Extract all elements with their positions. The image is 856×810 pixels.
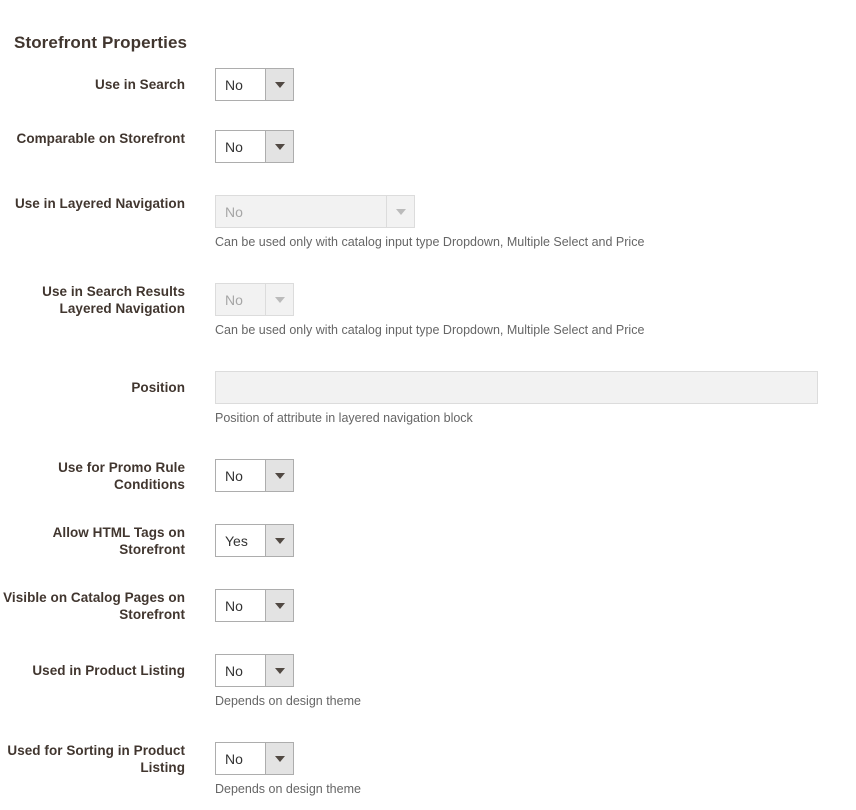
field-label-comparable-on-storefront: Comparable on Storefront (16, 131, 185, 146)
chevron-down-icon[interactable] (265, 743, 293, 774)
select-use-in-search[interactable]: No (215, 68, 294, 101)
field-label-used-for-sorting-in-product-listing: Used for Sorting in Product Listing (7, 743, 185, 775)
field-label-visible-on-catalog-pages-on-storefront: Visible on Catalog Pages on Storefront (3, 590, 185, 622)
field-control-use-in-search-results-layered-navigation: No (215, 283, 294, 316)
field-label-allow-html-tags-on-storefront: Allow HTML Tags on Storefront (52, 525, 185, 557)
chevron-down-icon (265, 284, 293, 315)
select-use-in-search-results-layered-navigation: No (215, 283, 294, 316)
select-used-for-sorting-in-product-listing[interactable]: No (215, 742, 294, 775)
field-label-position: Position (131, 380, 185, 395)
field-control-use-in-layered-navigation: No (215, 195, 415, 228)
field-control-allow-html-tags-on-storefront: Yes (215, 524, 294, 557)
select-comparable-on-storefront[interactable]: No (215, 130, 294, 163)
field-label-use-for-promo-rule-conditions: Use for Promo Rule Conditions (58, 460, 185, 492)
field-control-used-in-product-listing: No (215, 654, 294, 687)
chevron-down-glyph (274, 667, 285, 674)
chevron-down-glyph (274, 602, 285, 609)
chevron-down-icon[interactable] (265, 131, 293, 162)
field-note-use-in-search-results-layered-navigation: Can be used only with catalog input type… (215, 323, 645, 337)
chevron-down-icon[interactable] (265, 590, 293, 621)
select-use-in-layered-navigation: No (215, 195, 415, 228)
field-control-position (215, 371, 818, 404)
field-label-use-in-search-results-layered-navigation: Use in Search Results Layered Navigation (42, 284, 185, 316)
field-note-use-in-layered-navigation: Can be used only with catalog input type… (215, 235, 645, 249)
select-visible-on-catalog-pages-on-storefront[interactable]: No (215, 589, 294, 622)
field-control-used-for-sorting-in-product-listing: No (215, 742, 294, 775)
input-position (215, 371, 818, 404)
select-value-visible-on-catalog-pages-on-storefront: No (216, 590, 265, 621)
chevron-down-glyph (274, 472, 285, 479)
select-value-use-for-promo-rule-conditions: No (216, 460, 265, 491)
chevron-down-icon[interactable] (265, 69, 293, 100)
select-value-comparable-on-storefront: No (216, 131, 265, 162)
chevron-down-glyph (274, 143, 285, 150)
chevron-down-icon[interactable] (265, 525, 293, 556)
chevron-down-icon (386, 196, 414, 227)
select-used-in-product-listing[interactable]: No (215, 654, 294, 687)
select-value-allow-html-tags-on-storefront: Yes (216, 525, 265, 556)
select-use-for-promo-rule-conditions[interactable]: No (215, 459, 294, 492)
chevron-down-glyph (274, 755, 285, 762)
chevron-down-glyph (274, 537, 285, 544)
field-label-use-in-layered-navigation: Use in Layered Navigation (14, 196, 185, 211)
select-value-used-for-sorting-in-product-listing: No (216, 743, 265, 774)
field-note-used-in-product-listing: Depends on design theme (215, 694, 361, 708)
chevron-down-glyph (274, 81, 285, 88)
select-value-use-in-search-results-layered-navigation: No (216, 284, 265, 315)
select-value-use-in-layered-navigation: No (216, 196, 386, 227)
field-control-use-in-search: No (215, 68, 294, 101)
field-control-comparable-on-storefront: No (215, 130, 294, 163)
select-value-used-in-product-listing: No (216, 655, 265, 686)
select-allow-html-tags-on-storefront[interactable]: Yes (215, 524, 294, 557)
field-note-position: Position of attribute in layered navigat… (215, 411, 473, 425)
field-control-visible-on-catalog-pages-on-storefront: No (215, 589, 294, 622)
chevron-down-glyph (274, 296, 285, 303)
field-note-used-for-sorting-in-product-listing: Depends on design theme (215, 782, 361, 796)
chevron-down-icon[interactable] (265, 460, 293, 491)
field-control-use-for-promo-rule-conditions: No (215, 459, 294, 492)
chevron-down-icon[interactable] (265, 655, 293, 686)
select-value-use-in-search: No (216, 69, 265, 100)
field-label-use-in-search: Use in Search (95, 77, 185, 92)
chevron-down-glyph (395, 208, 406, 215)
field-label-used-in-product-listing: Used in Product Listing (32, 663, 185, 678)
page-title: Storefront Properties (14, 33, 188, 53)
